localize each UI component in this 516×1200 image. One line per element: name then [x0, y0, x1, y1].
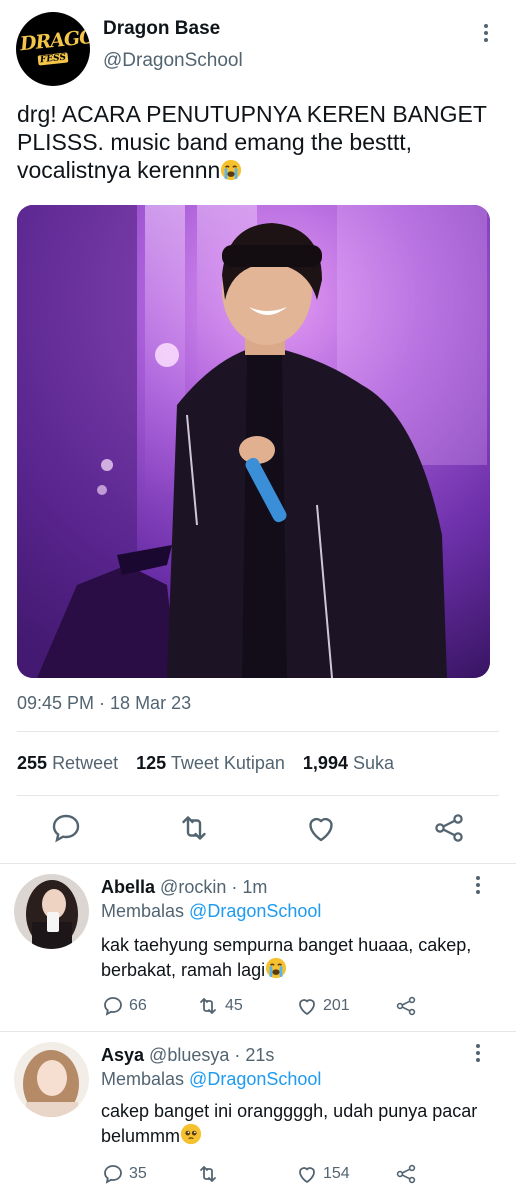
more-options-button[interactable]	[476, 24, 496, 48]
reply-text: cakep banget ini oranggggh, udah punya p…	[101, 1101, 478, 1146]
author-handle[interactable]: @DragonSchool	[103, 50, 243, 72]
more-vertical-icon	[470, 1044, 486, 1062]
replying-to-link[interactable]: @DragonSchool	[189, 1069, 321, 1089]
reply-author-name[interactable]: Asya	[101, 1045, 144, 1065]
reply-item[interactable]: Asya @bluesya · 21s Membalas @DragonScho…	[0, 1032, 516, 1200]
like-button[interactable]	[303, 810, 339, 846]
reply-reply-button[interactable]: 35	[101, 1162, 147, 1186]
reply-share-button[interactable]	[394, 1162, 418, 1186]
reply-author-handle[interactable]: @rockin	[160, 877, 226, 897]
like-count: 201	[323, 997, 350, 1014]
reply-icon	[104, 1165, 122, 1184]
reply-count: 35	[129, 1165, 147, 1182]
tweet-media-photo[interactable]	[17, 205, 490, 678]
avatar[interactable]	[14, 874, 89, 949]
reply-item[interactable]: Abella @rockin · 1m Membalas @DragonScho…	[0, 864, 516, 1031]
replying-to: Membalas @DragonSchool	[101, 1069, 322, 1089]
loudly-crying-face-emoji	[266, 957, 287, 979]
reply-header: Asya @bluesya · 21s	[101, 1045, 274, 1066]
divider	[17, 731, 499, 732]
share-button[interactable]	[431, 810, 467, 846]
pleading-face-emoji	[180, 1123, 202, 1145]
avatar[interactable]	[14, 1042, 89, 1117]
reply-time: · 1m	[231, 877, 268, 897]
share-icon	[435, 814, 463, 842]
more-vertical-icon	[476, 24, 496, 42]
share-icon	[396, 996, 416, 1016]
reply-header: Abella @rockin · 1m	[101, 877, 267, 898]
tweet-text: drg! ACARA PENUTUPNYA KEREN BANGET PLISS…	[17, 100, 507, 184]
reply-icon	[104, 997, 122, 1016]
avatar-logo-text: DRAGON	[19, 23, 90, 56]
divider	[17, 795, 499, 796]
reply-count: 66	[129, 997, 147, 1014]
tweet-text-content: drg! ACARA PENUTUPNYA KEREN BANGET PLISS…	[17, 101, 487, 183]
reply-more-button[interactable]	[470, 876, 486, 898]
reply-author-handle[interactable]: @bluesya	[149, 1045, 229, 1065]
reply-avatar-image	[14, 1042, 89, 1117]
loudly-crying-face-emoji	[221, 159, 242, 181]
retweets-stat[interactable]: 255 Retweet	[17, 753, 118, 773]
reply-like-button[interactable]: 154	[295, 1162, 350, 1186]
concert-photo	[17, 205, 490, 678]
likes-stat[interactable]: 1,994 Suka	[303, 753, 394, 773]
reply-text: kak taehyung sempurna banget huaaa, cake…	[101, 935, 472, 980]
quotes-stat[interactable]: 125 Tweet Kutipan	[136, 753, 285, 773]
tweet-header: DRAGON FESS Dragon Base @DragonSchool	[0, 0, 516, 95]
reply-icon	[52, 814, 80, 843]
retweet-count: 45	[225, 997, 243, 1014]
tweet-timestamp[interactable]: 09:45 PM · 18 Mar 23	[17, 693, 191, 714]
like-icon	[309, 817, 333, 842]
avatar-logo-subtext: FESS	[37, 52, 69, 66]
reply-avatar-image	[14, 874, 89, 949]
author-avatar[interactable]: DRAGON FESS	[16, 12, 90, 86]
retweet-button[interactable]	[176, 810, 212, 846]
share-icon	[396, 1164, 416, 1184]
reply-share-button[interactable]	[394, 994, 418, 1018]
reply-like-button[interactable]: 201	[295, 994, 350, 1018]
like-count: 154	[323, 1165, 350, 1182]
retweet-icon	[200, 998, 216, 1014]
reply-author-name[interactable]: Abella	[101, 877, 155, 897]
retweet-icon	[182, 816, 206, 840]
reply-button[interactable]	[48, 810, 84, 846]
replying-to-link[interactable]: @DragonSchool	[189, 901, 321, 921]
tweet-action-bar	[0, 810, 516, 848]
tweet-stats: 255 Retweet 125 Tweet Kutipan 1,994 Suka	[17, 753, 394, 774]
replying-to: Membalas @DragonSchool	[101, 901, 322, 921]
reply-more-button[interactable]	[470, 1044, 486, 1066]
like-icon	[299, 1167, 315, 1183]
reply-time: · 21s	[234, 1045, 275, 1065]
reply-retweet-button[interactable]: 45	[195, 994, 243, 1018]
reply-reply-button[interactable]: 66	[101, 994, 147, 1018]
retweet-icon	[200, 1166, 216, 1182]
like-icon	[299, 999, 315, 1015]
author-name[interactable]: Dragon Base	[103, 18, 220, 40]
more-vertical-icon	[470, 876, 486, 894]
reply-retweet-button[interactable]	[195, 1162, 225, 1186]
